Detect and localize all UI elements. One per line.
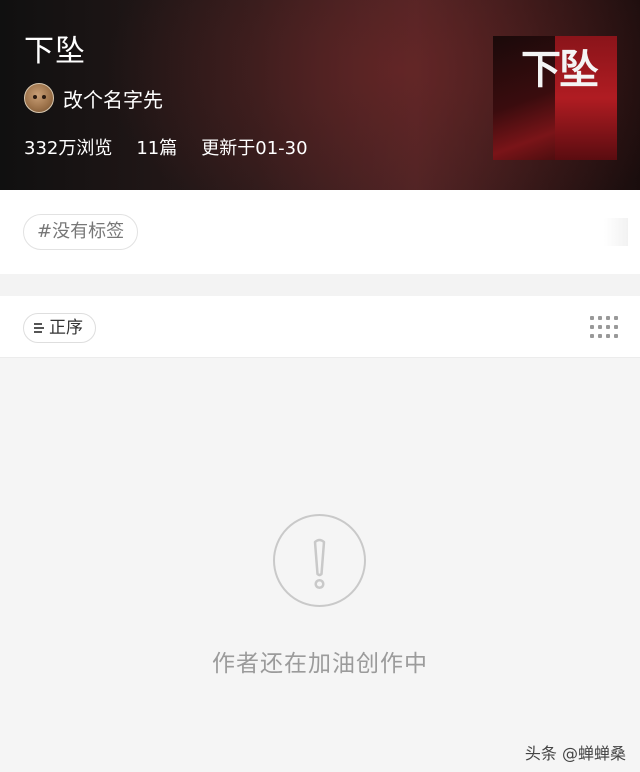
- author-link[interactable]: 改个名字先: [24, 82, 163, 114]
- update-date: 更新于01-30: [201, 138, 308, 159]
- exclamation-circle-icon: [273, 514, 366, 607]
- author-name[interactable]: 改个名字先: [63, 84, 163, 113]
- article-count: 11篇: [136, 138, 178, 159]
- empty-state: 作者还在加油创作中 头条 @蝉蝉桑: [0, 358, 640, 772]
- grid-dots-icon[interactable]: [590, 316, 618, 340]
- source-watermark: 头条 @蝉蝉桑: [524, 744, 626, 763]
- view-count: 332万浏览: [24, 138, 113, 159]
- collection-title: 下坠: [24, 34, 86, 69]
- tag-bar: #没有标签: [0, 190, 640, 274]
- empty-state-message: 作者还在加油创作中: [212, 651, 428, 677]
- sort-bar: 正序: [0, 296, 640, 358]
- section-divider: [0, 274, 640, 296]
- collection-stats: 332万浏览 11篇 更新于01-30: [24, 134, 308, 160]
- cover-title-art: 下坠: [521, 46, 599, 93]
- tag-scroll-fade: [604, 218, 628, 246]
- collection-cover-image: 下坠: [493, 36, 617, 160]
- collection-header: 下坠 改个名字先 332万浏览 11篇 更新于01-30 下坠: [0, 0, 640, 190]
- sort-order-button[interactable]: 正序: [23, 313, 96, 343]
- sort-lines-icon: [34, 321, 46, 335]
- sort-order-label: 正序: [49, 318, 83, 338]
- author-avatar[interactable]: [24, 83, 54, 113]
- tag-chip[interactable]: #没有标签: [23, 214, 139, 250]
